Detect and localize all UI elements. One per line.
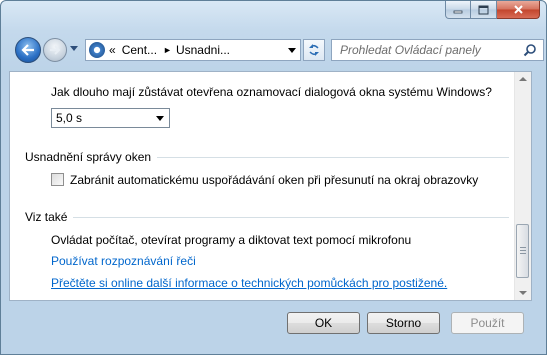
search-icon[interactable] — [523, 43, 537, 57]
forward-button[interactable] — [43, 38, 67, 62]
grip-line — [520, 250, 526, 251]
maximize-button[interactable] — [471, 1, 497, 19]
search-input[interactable] — [338, 42, 522, 58]
breadcrumb-ease-of-access[interactable]: Usnadni... — [176, 43, 230, 57]
control-panel-icon — [89, 42, 105, 58]
breadcrumb-separator-icon[interactable]: ► — [163, 45, 172, 55]
prevent-snap-checkbox[interactable] — [51, 173, 64, 186]
speech-recognition-link[interactable]: Používat rozpoznávání řeči — [51, 254, 196, 268]
notification-duration-select[interactable]: 5,0 s — [51, 108, 170, 128]
section-divider — [73, 216, 509, 218]
apply-button[interactable]: Použít — [451, 312, 524, 334]
content-pane: Jak dlouho mají zůstávat otevřena oznamo… — [9, 71, 532, 301]
minimize-button[interactable] — [445, 1, 471, 19]
search-box[interactable] — [331, 39, 544, 61]
address-overflow-chevron[interactable]: « — [109, 43, 116, 57]
scroll-up-arrow-icon[interactable] — [519, 77, 527, 81]
online-info-link[interactable]: Přečtěte si online další informace o tec… — [51, 276, 447, 290]
back-arrow-icon — [21, 44, 34, 56]
address-bar[interactable]: « Cent... ► Usnadni... — [85, 39, 301, 61]
breadcrumb-control-panel[interactable]: Cent... — [122, 43, 157, 57]
settings-panel: Jak dlouho mají zůstávat otevřena oznamo… — [10, 72, 514, 300]
window-management-heading-text: Usnadnění správy oken — [25, 150, 152, 164]
close-button[interactable] — [497, 1, 540, 19]
grip-line — [520, 253, 526, 254]
grip-line — [520, 247, 526, 248]
scrollbar-thumb[interactable] — [516, 224, 529, 278]
close-icon — [513, 5, 523, 14]
forward-arrow-icon — [50, 45, 61, 55]
notification-duration-label: Jak dlouho mají zůstávat otevřena oznamo… — [51, 85, 492, 99]
back-button[interactable] — [15, 37, 41, 63]
refresh-icon — [309, 44, 319, 56]
scroll-down-arrow-icon[interactable] — [519, 291, 527, 295]
speech-description: Ovládat počítač, otevírat programy a dik… — [51, 233, 412, 247]
recent-pages-dropdown[interactable] — [70, 46, 78, 51]
vertical-scrollbar[interactable] — [514, 72, 531, 300]
see-also-heading-text: Viz také — [25, 210, 68, 224]
ok-button[interactable]: OK — [287, 312, 360, 334]
cancel-button[interactable]: Storno — [367, 312, 440, 334]
navigation-bar: « Cent... ► Usnadni... — [15, 37, 544, 63]
maximize-icon — [478, 5, 489, 14]
prevent-snap-label[interactable]: Zabránit automatickému uspořádávání oken… — [70, 173, 478, 187]
section-divider — [157, 156, 509, 158]
window-caption-buttons — [445, 1, 540, 20]
see-also-section-heading: Viz také — [25, 210, 509, 224]
minimize-icon — [453, 10, 463, 13]
notification-duration-value: 5,0 s — [56, 111, 83, 125]
control-panel-window: « Cent... ► Usnadni... Jak dlouho mají — [0, 0, 547, 355]
address-dropdown-icon[interactable] — [288, 47, 296, 53]
refresh-button[interactable] — [303, 39, 325, 61]
window-management-section-heading: Usnadnění správy oken — [25, 150, 509, 164]
chevron-down-icon — [156, 116, 164, 121]
